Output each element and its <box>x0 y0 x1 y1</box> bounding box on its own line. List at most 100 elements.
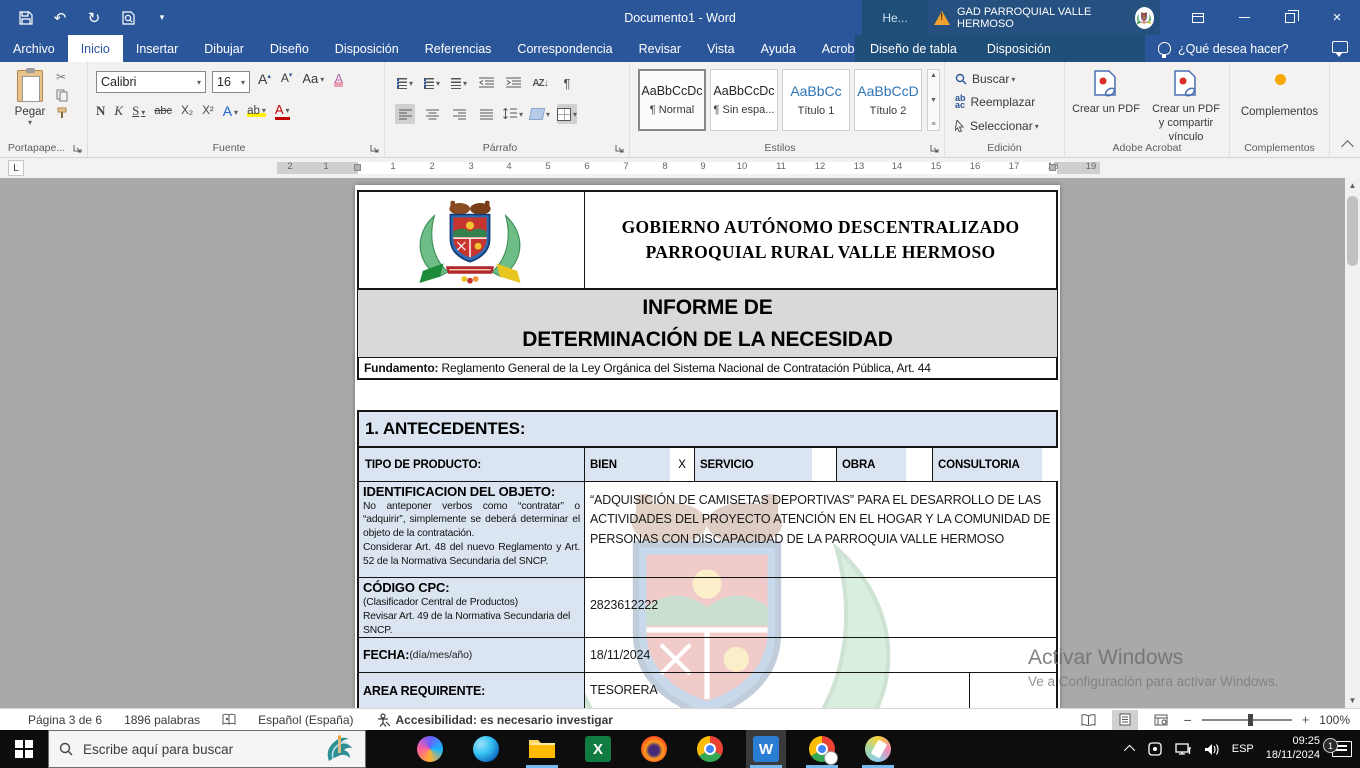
tipo-obra-mark[interactable] <box>906 448 932 481</box>
taskbar-word[interactable]: W <box>746 730 786 768</box>
undo-icon[interactable]: ↶ <box>50 8 70 28</box>
accessibility-status[interactable]: Accesibilidad: es necesario investigar <box>376 713 613 727</box>
account-zone[interactable]: GAD PARROQUIAL VALLE HERMOSO <box>928 0 1160 35</box>
sort-button[interactable]: AZ↓ <box>530 73 550 93</box>
align-right-button[interactable] <box>449 104 469 124</box>
grow-font-button[interactable]: A <box>258 71 271 87</box>
select-button[interactable]: Seleccionar <box>955 119 1039 133</box>
style-sin-espacio[interactable]: AaBbCcDc ¶ Sin espa... <box>710 69 778 131</box>
paragraph-dialog-launcher[interactable] <box>615 144 625 154</box>
styles-dialog-launcher[interactable] <box>930 144 940 154</box>
taskbar-firefox[interactable] <box>634 730 674 768</box>
clear-formatting-button[interactable]: A <box>334 71 343 87</box>
taskbar-copilot[interactable] <box>410 730 450 768</box>
area-value[interactable]: TESORERA <box>590 683 658 697</box>
borders-button[interactable] <box>557 104 577 124</box>
save-icon[interactable] <box>16 8 36 28</box>
increase-indent-button[interactable] <box>503 73 523 93</box>
tab-disposicion[interactable]: Disposición <box>322 35 412 62</box>
start-button[interactable] <box>0 730 48 768</box>
tab-selector[interactable]: L <box>8 160 24 176</box>
tab-disposicion-tabla[interactable]: Disposición <box>972 35 1066 62</box>
scroll-up-icon[interactable]: ▲ <box>1345 178 1360 193</box>
taskbar-file-explorer[interactable] <box>522 730 562 768</box>
tab-diseno-de-tabla[interactable]: Diseño de tabla <box>855 35 972 62</box>
tipo-bien-mark[interactable]: X <box>670 448 694 481</box>
collapse-ribbon-icon[interactable] <box>1341 140 1354 153</box>
tipo-consultoria-mark[interactable] <box>1042 448 1058 481</box>
cut-icon[interactable]: ✂ <box>56 70 68 84</box>
tell-me-box[interactable]: ¿Qué desea hacer? <box>1150 35 1297 62</box>
create-pdf-share-button[interactable]: Crear un PDF y compartir vínculo <box>1149 70 1223 144</box>
show-marks-button[interactable]: ¶ <box>557 73 577 93</box>
comments-icon[interactable] <box>1332 41 1348 53</box>
font-size-combobox[interactable]: 16▾ <box>212 71 250 93</box>
tab-revisar[interactable]: Revisar <box>626 35 694 62</box>
font-dialog-launcher[interactable] <box>370 144 380 154</box>
zoom-in-button[interactable]: + <box>1302 712 1310 727</box>
style-titulo-2[interactable]: AaBbCcD Título 2 <box>854 69 922 131</box>
strikethrough-button[interactable]: abc <box>154 105 172 117</box>
superscript-button[interactable]: X² <box>202 105 214 117</box>
style-titulo-1[interactable]: AaBbCc Título 1 <box>782 69 850 131</box>
paste-button[interactable]: Pegar ▾ <box>8 70 52 136</box>
ribbon-display-options-button[interactable] <box>1175 0 1221 35</box>
font-color-button[interactable]: A <box>275 102 290 120</box>
create-pdf-button[interactable]: Crear un PDF <box>1069 70 1143 117</box>
close-button[interactable]: × <box>1314 0 1360 35</box>
decrease-indent-button[interactable] <box>476 73 496 93</box>
zoom-slider[interactable] <box>1202 719 1292 721</box>
taskbar-edge[interactable] <box>466 730 506 768</box>
scrollbar-thumb[interactable] <box>1347 196 1358 266</box>
tab-dibujar[interactable]: Dibujar <box>191 35 257 62</box>
shading-button[interactable] <box>530 104 550 124</box>
web-layout-button[interactable] <box>1148 710 1174 730</box>
horizontal-ruler[interactable]: L 2 1 1 2 3 4 5 6 7 8 9 10 11 12 13 14 1… <box>0 158 1360 178</box>
word-count[interactable]: 1896 palabras <box>124 713 200 727</box>
customize-qat-icon[interactable]: ▾ <box>152 8 172 28</box>
help-tab[interactable]: He... <box>862 0 928 35</box>
tab-vista[interactable]: Vista <box>694 35 748 62</box>
justify-button[interactable] <box>476 104 496 124</box>
tab-referencias[interactable]: Referencias <box>412 35 505 62</box>
notification-center-icon[interactable]: 1 <box>1332 741 1352 757</box>
format-painter-icon[interactable] <box>56 107 68 119</box>
taskbar-chrome[interactable] <box>690 730 730 768</box>
tab-insertar[interactable]: Insertar <box>123 35 191 62</box>
bullets-button[interactable] <box>395 73 415 93</box>
tray-app-icon[interactable] <box>1147 742 1163 756</box>
language-indicator[interactable]: Español (España) <box>258 713 353 727</box>
vertical-scrollbar[interactable]: ▲ ▼ <box>1345 178 1360 708</box>
tab-correspondencia[interactable]: Correspondencia <box>504 35 625 62</box>
line-spacing-button[interactable] <box>503 104 523 124</box>
avatar[interactable] <box>1135 7 1154 29</box>
right-indent-marker[interactable] <box>1049 164 1056 171</box>
objeto-value[interactable]: “ADQUISICIÓN DE CAMISETAS DEPORTIVAS” PA… <box>590 491 1052 549</box>
tab-archivo[interactable]: Archivo <box>0 35 68 62</box>
align-center-button[interactable] <box>422 104 442 124</box>
tray-expand-icon[interactable] <box>1124 745 1135 756</box>
taskbar-excel[interactable]: X <box>578 730 618 768</box>
shrink-font-button[interactable]: A <box>281 71 293 87</box>
zoom-slider-thumb[interactable] <box>1248 714 1253 726</box>
proofing-icon[interactable] <box>222 713 236 726</box>
taskbar-krita[interactable] <box>858 730 898 768</box>
tab-ayuda[interactable]: Ayuda <box>748 35 809 62</box>
addins-button[interactable]: Complementos <box>1230 106 1329 118</box>
document-page[interactable]: GOBIERNO AUTÓNOMO DESCENTRALIZADO PARROQ… <box>355 185 1060 708</box>
clock[interactable]: 09:25 18/11/2024 <box>1266 735 1320 763</box>
print-layout-button[interactable] <box>1112 710 1138 730</box>
numbering-button[interactable] <box>422 73 442 93</box>
redo-icon[interactable]: ↻ <box>84 8 104 28</box>
style-normal[interactable]: AaBbCcDc ¶ Normal <box>638 69 706 131</box>
tab-inicio[interactable]: Inicio <box>68 35 123 62</box>
replace-button[interactable]: abac Reemplazar <box>955 95 1035 109</box>
print-preview-icon[interactable] <box>118 8 138 28</box>
change-case-button[interactable]: Aa <box>302 71 324 87</box>
tipo-servicio-mark[interactable] <box>812 448 836 481</box>
subscript-button[interactable]: X₂ <box>181 105 193 117</box>
cpc-value[interactable]: 2823612222 <box>590 598 658 612</box>
keyboard-language[interactable]: ESP <box>1232 743 1254 755</box>
zoom-out-button[interactable]: − <box>1184 712 1192 728</box>
taskbar-search[interactable]: Escribe aquí para buscar <box>48 730 366 768</box>
